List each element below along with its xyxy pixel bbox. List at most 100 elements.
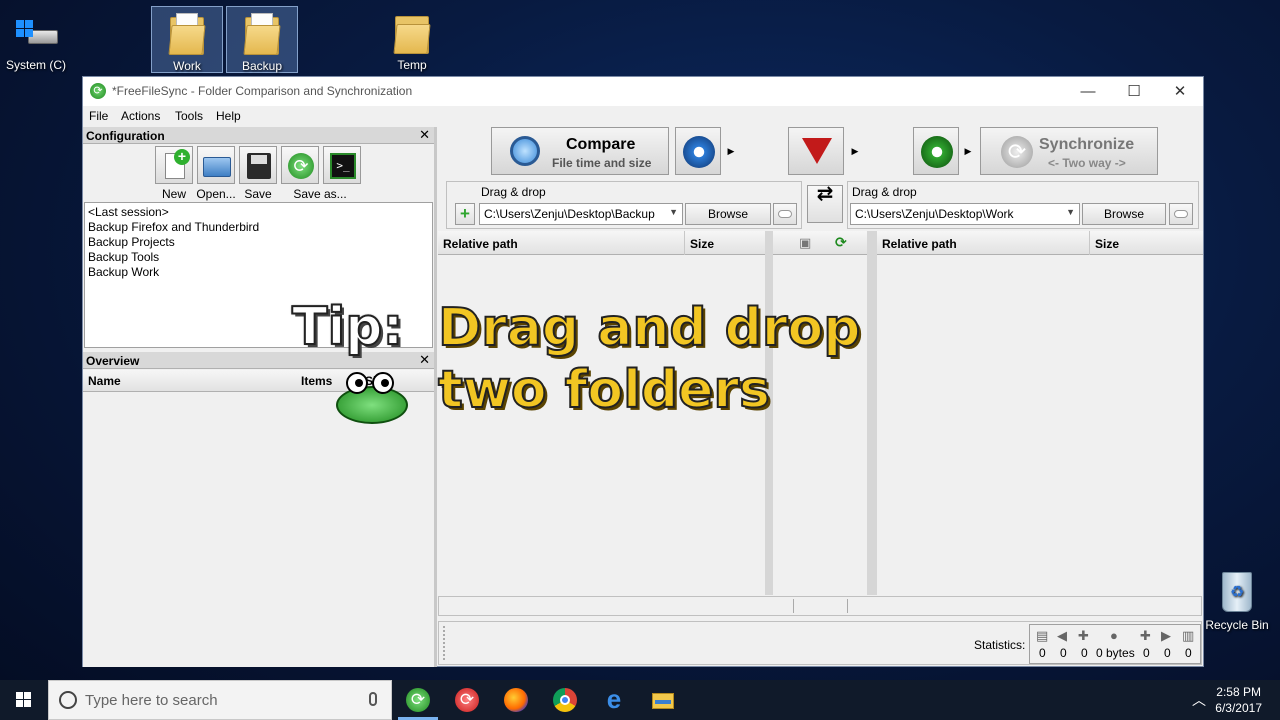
- menu-actions[interactable]: Actions: [121, 109, 160, 123]
- app-icon: ⟳: [90, 83, 106, 99]
- right-browse-button[interactable]: Browse: [1082, 203, 1166, 225]
- new-config-button[interactable]: +: [155, 146, 193, 184]
- start-button[interactable]: [0, 680, 48, 720]
- search-placeholder: Type here to search: [85, 692, 218, 709]
- sync-settings-button[interactable]: [913, 127, 959, 175]
- menu-bar: File Actions Tools Help: [83, 106, 1203, 126]
- clock-date: 6/3/2017: [1215, 701, 1262, 715]
- stat-delete-left-icon: ✚: [1078, 628, 1089, 643]
- compare-settings-button[interactable]: [675, 127, 721, 175]
- overview-title: Overview: [86, 354, 140, 368]
- tray-chevron-icon[interactable]: ︿: [1192, 690, 1206, 710]
- camera-icon[interactable]: ▣: [799, 235, 811, 251]
- filter-button[interactable]: [788, 127, 844, 175]
- column-items[interactable]: Items: [301, 374, 332, 388]
- desktop-icon-label: Recycle Bin: [1205, 618, 1269, 632]
- middle-scrollbar[interactable]: [867, 231, 877, 595]
- stat-value: 0: [1039, 646, 1046, 660]
- taskbar-clock[interactable]: 2:58 PM 6/3/2017: [1215, 684, 1262, 716]
- left-folder-input[interactable]: C:\Users\Zenju\Desktop\Backup ▼: [479, 203, 683, 225]
- left-cloud-button[interactable]: [773, 203, 797, 225]
- column-name[interactable]: Name: [88, 374, 121, 388]
- swap-sides-button[interactable]: ⇄: [807, 183, 843, 223]
- sync-sublabel: <- Two way ->: [1048, 156, 1126, 170]
- list-item[interactable]: Backup Work: [85, 265, 432, 280]
- list-item[interactable]: Backup Tools: [85, 250, 432, 265]
- column-relative-path[interactable]: Relative path: [882, 237, 957, 251]
- close-button[interactable]: ✕: [1157, 77, 1203, 106]
- desktop-icon-system-drive[interactable]: System (C): [0, 14, 72, 72]
- close-icon[interactable]: ✕: [419, 127, 430, 143]
- save-label: Save: [244, 187, 272, 201]
- menu-help[interactable]: Help: [216, 109, 241, 123]
- pane-splitter[interactable]: [434, 127, 437, 667]
- compare-button[interactable]: Compare File time and size: [491, 127, 669, 175]
- configuration-header: Configuration ✕: [83, 127, 434, 144]
- right-grid[interactable]: [877, 255, 1203, 593]
- terminal-icon: >_: [330, 153, 356, 179]
- list-item[interactable]: <Last session>: [85, 205, 432, 220]
- list-item[interactable]: Backup Firefox and Thunderbird: [85, 220, 432, 235]
- stat-value: 0: [1185, 646, 1192, 660]
- edge-icon[interactable]: e: [602, 686, 626, 712]
- column-size[interactable]: Size: [690, 237, 714, 251]
- chevron-down-icon[interactable]: ▼: [1066, 207, 1075, 217]
- open-config-button[interactable]: [197, 146, 235, 184]
- configuration-title: Configuration: [86, 129, 165, 143]
- grid-status-bar: [438, 596, 1202, 616]
- realtimesync-taskbar-icon[interactable]: ⟳: [455, 688, 479, 712]
- maximize-button[interactable]: ☐: [1111, 77, 1157, 106]
- sync-settings-dropdown-arrow[interactable]: ▶: [962, 127, 974, 175]
- chrome-icon[interactable]: [553, 688, 577, 712]
- right-grid-header: Relative path Size: [877, 231, 1203, 255]
- stat-value: 0 bytes: [1096, 646, 1135, 660]
- tip-mascot-icon: [332, 368, 412, 426]
- list-item[interactable]: Backup Projects: [85, 235, 432, 250]
- right-folder-path: C:\Users\Zenju\Desktop\Work: [855, 207, 1014, 221]
- menu-tools[interactable]: Tools: [175, 109, 203, 123]
- statistics-gripper[interactable]: [443, 626, 447, 660]
- plus-icon: +: [460, 204, 470, 223]
- filter-dropdown-arrow[interactable]: ▶: [849, 127, 861, 175]
- sync-direction-icon[interactable]: ⟳: [835, 234, 847, 251]
- synchronize-button[interactable]: ⟳ Synchronize <- Two way ->: [980, 127, 1158, 175]
- save-as-config-button[interactable]: ⟳: [281, 146, 319, 184]
- batch-job-button[interactable]: >_: [323, 146, 361, 184]
- freefilesync-taskbar-icon[interactable]: ⟳: [406, 688, 430, 712]
- window-title: *FreeFileSync - Folder Comparison and Sy…: [112, 84, 413, 98]
- right-cloud-button[interactable]: [1169, 203, 1193, 225]
- swap-icon: ⇄: [816, 183, 834, 205]
- compare-dropdown-arrow[interactable]: ▶: [725, 127, 737, 175]
- desktop-recycle-bin[interactable]: ♻ Recycle Bin: [1201, 572, 1273, 632]
- stat-value: 0: [1143, 646, 1150, 660]
- stat-update-right-icon: ▶: [1161, 628, 1171, 643]
- left-folder-path: C:\Users\Zenju\Desktop\Backup: [484, 207, 655, 221]
- search-icon: [59, 691, 77, 709]
- left-browse-button[interactable]: Browse: [685, 203, 771, 225]
- clock-time: 2:58 PM: [1216, 685, 1261, 699]
- save-config-button[interactable]: [239, 146, 277, 184]
- close-icon[interactable]: ✕: [419, 352, 430, 368]
- tip-label: Tip:: [291, 296, 404, 358]
- desktop-folder-backup[interactable]: Backup: [226, 6, 298, 73]
- right-folder-input[interactable]: C:\Users\Zenju\Desktop\Work ▼: [850, 203, 1080, 225]
- tip-line-2: two folders: [437, 359, 771, 421]
- microphone-icon[interactable]: [369, 692, 377, 706]
- add-folder-pair-button[interactable]: +: [455, 203, 475, 225]
- drive-icon: [14, 20, 58, 52]
- magnifier-icon: [510, 136, 540, 166]
- file-explorer-icon[interactable]: [651, 688, 675, 712]
- chevron-down-icon[interactable]: ▼: [669, 207, 678, 217]
- desktop-folder-temp[interactable]: Temp: [376, 6, 448, 73]
- minimize-button[interactable]: —: [1065, 77, 1111, 106]
- stat-value: 0: [1060, 646, 1067, 660]
- column-relative-path[interactable]: Relative path: [443, 237, 518, 251]
- firefox-icon[interactable]: [504, 688, 528, 712]
- menu-file[interactable]: File: [89, 109, 108, 123]
- desktop-folder-work[interactable]: Work: [151, 6, 223, 73]
- stat-update-left-icon: ◀: [1057, 628, 1067, 643]
- column-size[interactable]: Size: [1095, 237, 1119, 251]
- taskbar-search[interactable]: Type here to search: [48, 680, 392, 720]
- left-grid-header: Relative path Size: [438, 231, 765, 255]
- desktop-icon-label: Work: [173, 59, 201, 73]
